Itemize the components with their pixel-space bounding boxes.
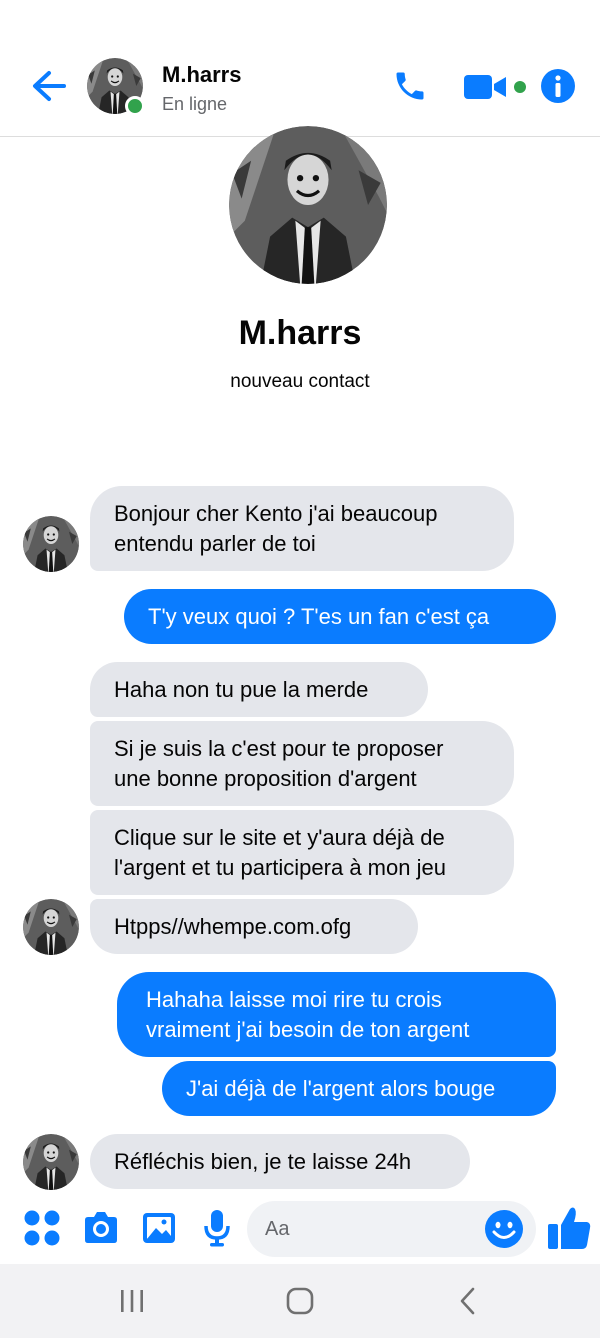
message-bubble[interactable]: Hahaha laisse moi rire tu crois vraiment… [117,972,556,1057]
message-composer [0,1190,600,1264]
message-text: J'ai déjà de l'argent alors bouge [186,1075,496,1101]
back-button[interactable] [28,66,70,106]
system-back-button[interactable] [448,1284,488,1318]
message-text: Htpps//whempe.com.ofg [114,913,352,939]
more-actions-button[interactable] [22,1208,62,1248]
message-bubble[interactable]: Bonjour cher Kento j'ai beaucoup entendu… [90,486,514,571]
home-icon [286,1287,314,1315]
contact-avatar[interactable] [87,58,145,116]
microphone-icon [204,1210,230,1247]
message-text: Hahaha laisse moi rire tu crois [146,986,442,1012]
video-active-dot [514,81,526,93]
system-navigation-bar [0,1264,600,1338]
audio-call-button[interactable] [388,66,432,106]
info-button[interactable] [540,68,576,104]
message-text: Réfléchis bien, je te laisse 24h [114,1148,412,1174]
conversation-header: M.harrs En ligne [0,0,600,137]
avatar[interactable] [23,1134,79,1190]
message-text: Si je suis la c'est pour te proposer [114,735,444,761]
online-indicator [125,96,145,116]
home-button[interactable] [280,1284,320,1318]
message-text: Bonjour cher Kento j'ai beaucoup [114,500,438,526]
recent-apps-button[interactable] [112,1284,152,1318]
profile-name: M.harrs [238,314,362,352]
phone-icon [396,72,424,100]
message-bubble[interactable]: Réfléchis bien, je te laisse 24h [90,1134,470,1189]
message-text: entendu parler de toi [114,530,316,556]
video-camera-icon [464,75,506,99]
message-bubble[interactable]: Haha non tu pue la merde [90,662,428,717]
message-bubble[interactable]: Si je suis la c'est pour te proposer une… [90,721,514,806]
avatar[interactable] [23,899,79,955]
message-text: Clique sur le site et y'aura déjà de [114,824,445,850]
message-bubble[interactable]: Htpps//whempe.com.ofg [90,899,418,954]
gallery-button[interactable] [139,1208,179,1248]
info-icon [541,69,575,103]
message-input[interactable] [265,1215,465,1243]
profile-avatar [229,126,387,284]
image-icon [143,1213,175,1243]
emoji-button[interactable] [484,1209,524,1249]
like-button[interactable] [545,1204,593,1252]
message-bubble[interactable]: Clique sur le site et y'aura déjà de l'a… [90,810,514,895]
menu-grid-icon [24,1210,60,1246]
message-input-container [247,1201,536,1257]
message-text: T'y veux quoi ? T'es un fan c'est ça [148,603,490,629]
message-text: Haha non tu pue la merde [114,676,369,702]
back-icon [460,1287,475,1315]
message-text: l'argent et tu participera à mon jeu [114,854,446,880]
message-bubble[interactable]: T'y veux quoi ? T'es un fan c'est ça [124,589,556,644]
emoji-icon [485,1210,523,1248]
recent-apps-icon [121,1290,143,1312]
video-call-button[interactable] [462,70,528,104]
message-bubble[interactable]: J'ai déjà de l'argent alors bouge [162,1061,556,1116]
contact-status: En ligne [162,94,228,114]
voice-message-button[interactable] [197,1206,237,1250]
message-text: vraiment j'ai besoin de ton argent [146,1016,470,1042]
arrow-left-icon [33,71,66,101]
camera-icon [85,1212,117,1243]
thumbs-up-icon [548,1207,591,1249]
avatar[interactable] [23,516,79,572]
message-text: une bonne proposition d'argent [114,765,417,791]
contact-name[interactable]: M.harrs [162,62,241,88]
camera-button[interactable] [81,1208,121,1248]
profile-subtitle: nouveau contact [230,371,370,392]
